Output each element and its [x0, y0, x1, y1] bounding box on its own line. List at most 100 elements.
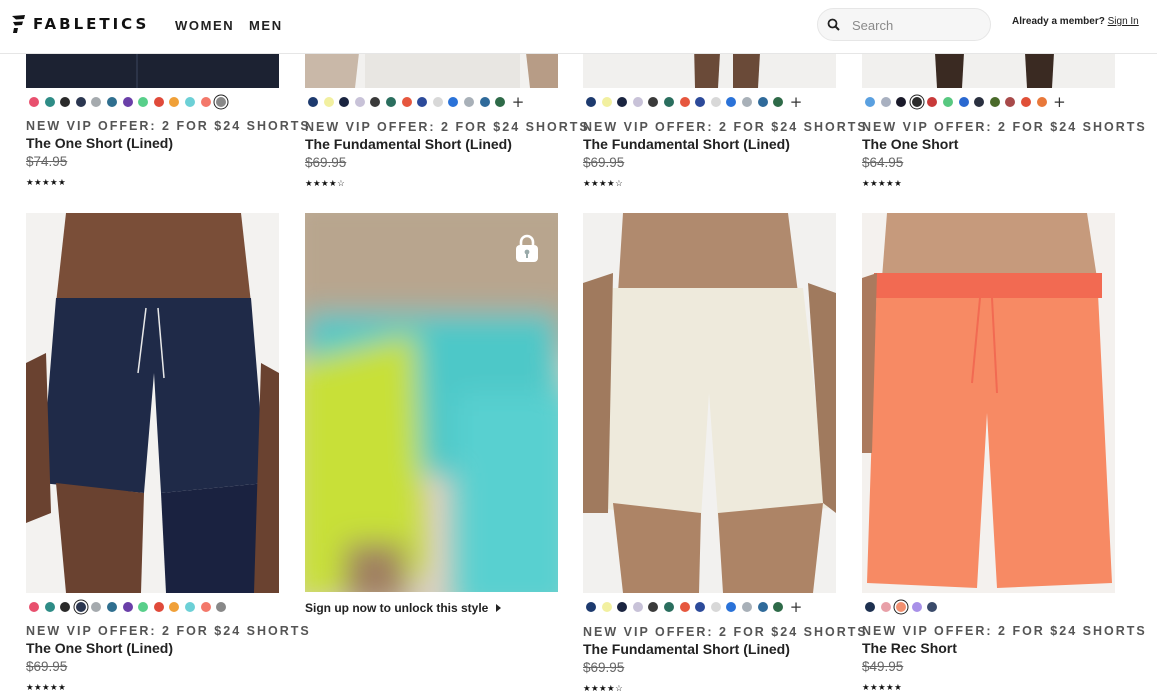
color-swatch[interactable] — [974, 97, 985, 107]
color-swatch[interactable] — [153, 97, 164, 107]
color-swatch[interactable] — [417, 97, 428, 107]
color-swatch[interactable] — [479, 97, 490, 107]
product-name[interactable]: The One Short (Lined) — [26, 640, 173, 656]
color-swatch[interactable] — [153, 602, 164, 612]
color-swatch[interactable] — [60, 97, 71, 107]
color-swatch[interactable] — [679, 602, 690, 612]
color-swatch[interactable] — [169, 602, 180, 612]
color-swatch[interactable] — [216, 602, 227, 612]
color-swatch[interactable] — [927, 602, 938, 612]
color-swatch[interactable] — [911, 602, 922, 612]
color-swatch[interactable] — [29, 97, 39, 107]
product-name[interactable]: The Fundamental Short (Lined) — [305, 136, 512, 152]
color-swatch[interactable] — [122, 602, 133, 612]
color-swatch[interactable] — [184, 602, 195, 612]
color-swatch[interactable] — [773, 602, 784, 612]
color-swatch[interactable] — [169, 97, 180, 107]
product-name[interactable]: The Fundamental Short (Lined) — [583, 641, 790, 657]
more-colors-plus-icon[interactable]: + — [512, 95, 525, 110]
color-swatch[interactable] — [106, 97, 117, 107]
color-swatch[interactable] — [710, 97, 721, 107]
nav-women[interactable]: WOMEN — [175, 18, 234, 33]
color-swatch[interactable] — [617, 97, 628, 107]
color-swatch[interactable] — [648, 602, 659, 612]
product-image[interactable] — [862, 213, 1115, 593]
locked-product-image[interactable] — [305, 213, 558, 592]
color-swatch[interactable] — [773, 97, 784, 107]
nav-men[interactable]: MEN — [249, 18, 283, 33]
color-swatch[interactable] — [958, 97, 969, 107]
more-colors-plus-icon[interactable]: + — [790, 95, 803, 110]
color-swatch[interactable] — [741, 97, 752, 107]
color-swatch[interactable] — [710, 602, 721, 612]
color-swatch[interactable] — [989, 97, 1000, 107]
fabletics-logo[interactable]: FABLETICS — [10, 14, 149, 34]
color-swatch[interactable] — [29, 602, 39, 612]
color-swatch[interactable] — [91, 602, 102, 612]
color-swatch[interactable] — [741, 602, 752, 612]
color-swatch[interactable] — [911, 97, 922, 107]
color-swatch[interactable] — [1036, 97, 1047, 107]
more-colors-plus-icon[interactable]: + — [790, 600, 803, 615]
color-swatch[interactable] — [679, 97, 690, 107]
color-swatch[interactable] — [138, 602, 149, 612]
color-swatch[interactable] — [200, 602, 211, 612]
product-image[interactable] — [26, 213, 279, 593]
color-swatch[interactable] — [663, 97, 674, 107]
unlock-style-link[interactable]: Sign up now to unlock this style — [305, 601, 501, 615]
color-swatch[interactable] — [865, 97, 875, 107]
product-image[interactable] — [583, 213, 836, 593]
color-swatch[interactable] — [106, 602, 117, 612]
color-swatch[interactable] — [122, 97, 133, 107]
color-swatch[interactable] — [632, 602, 643, 612]
color-swatch[interactable] — [726, 602, 737, 612]
color-swatch[interactable] — [695, 602, 706, 612]
color-swatch[interactable] — [663, 602, 674, 612]
color-swatch[interactable] — [60, 602, 71, 612]
color-swatch[interactable] — [216, 97, 227, 107]
search-box[interactable] — [817, 8, 991, 41]
color-swatch[interactable] — [401, 97, 412, 107]
color-swatch[interactable] — [1005, 97, 1016, 107]
color-swatch[interactable] — [308, 97, 318, 107]
color-swatch[interactable] — [757, 602, 768, 612]
color-swatch[interactable] — [385, 97, 396, 107]
sign-in-link[interactable]: Sign In — [1108, 16, 1139, 27]
color-swatch[interactable] — [75, 97, 86, 107]
color-swatch[interactable] — [601, 97, 612, 107]
color-swatch[interactable] — [44, 602, 55, 612]
color-swatch[interactable] — [463, 97, 474, 107]
color-swatch[interactable] — [370, 97, 381, 107]
color-swatch[interactable] — [695, 97, 706, 107]
color-swatch[interactable] — [586, 602, 596, 612]
color-swatch[interactable] — [896, 602, 907, 612]
color-swatch[interactable] — [880, 97, 891, 107]
color-swatch[interactable] — [1020, 97, 1031, 107]
product-name[interactable]: The One Short — [862, 136, 958, 152]
color-swatch[interactable] — [138, 97, 149, 107]
more-colors-plus-icon[interactable]: + — [1053, 95, 1066, 110]
color-swatch[interactable] — [880, 602, 891, 612]
color-swatch[interactable] — [184, 97, 195, 107]
color-swatch[interactable] — [942, 97, 953, 107]
color-swatch[interactable] — [757, 97, 768, 107]
color-swatch[interactable] — [75, 602, 86, 612]
color-swatch[interactable] — [432, 97, 443, 107]
color-swatch[interactable] — [448, 97, 459, 107]
search-icon[interactable] — [827, 18, 841, 37]
color-swatch[interactable] — [354, 97, 365, 107]
color-swatch[interactable] — [91, 97, 102, 107]
color-swatch[interactable] — [927, 97, 938, 107]
color-swatch[interactable] — [632, 97, 643, 107]
color-swatch[interactable] — [617, 602, 628, 612]
color-swatch[interactable] — [339, 97, 350, 107]
color-swatch[interactable] — [601, 602, 612, 612]
product-name[interactable]: The Rec Short — [862, 640, 957, 656]
color-swatch[interactable] — [495, 97, 506, 107]
color-swatch[interactable] — [323, 97, 334, 107]
product-name[interactable]: The One Short (Lined) — [26, 135, 173, 151]
color-swatch[interactable] — [648, 97, 659, 107]
color-swatch[interactable] — [726, 97, 737, 107]
color-swatch[interactable] — [586, 97, 596, 107]
product-name[interactable]: The Fundamental Short (Lined) — [583, 136, 790, 152]
